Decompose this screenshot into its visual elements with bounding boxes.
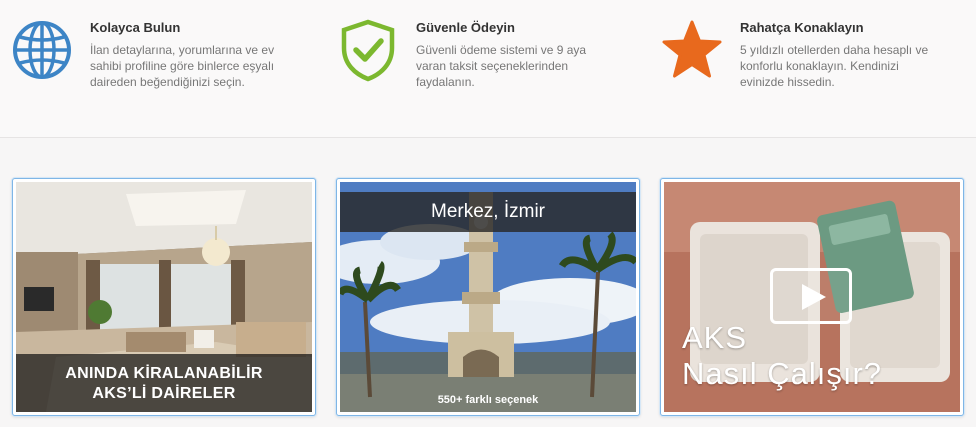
video-title-line1: AKS: [682, 320, 748, 355]
feature-desc: Güvenli ödeme sistemi ve 9 aya varan tak…: [416, 43, 587, 89]
feature-title: Rahatça Konaklayın: [740, 20, 864, 35]
option-count: 550+ farklı seçenek: [437, 394, 539, 406]
feature-title: Güvenle Ödeyin: [416, 20, 515, 35]
how-aks-works-card[interactable]: AKS Nasıl Çalışır?: [660, 178, 964, 416]
card-title-line1: ANINDA KİRALANABİLİR: [65, 365, 263, 382]
card-title-line2: AKS’Lİ DAİRELER: [92, 385, 236, 402]
play-icon: [802, 284, 826, 310]
izmir-city-card[interactable]: Merkez, İzmir 550+ farklı seçenek: [336, 178, 640, 416]
city-title: Merkez, İzmir: [431, 201, 545, 222]
feature-desc: İlan detaylarına, yorumlarına ve ev sahi…: [90, 43, 275, 89]
video-title-line2: Nasıl Çalışır?: [682, 356, 883, 391]
shield-check-icon: [341, 19, 395, 82]
feature-title: Kolayca Bulun: [90, 20, 181, 35]
video-title: AKS Nasıl Çalışır?: [682, 320, 882, 392]
star-icon: [662, 20, 722, 78]
feature-desc: 5 yıldızlı otellerden daha hesaplı ve ko…: [740, 43, 929, 89]
play-button[interactable]: [770, 268, 852, 324]
features-section: Kolayca Bulun İlan detaylarına, yorumlar…: [0, 0, 976, 138]
globe-icon: [13, 21, 71, 79]
aks-apartments-card[interactable]: ANINDA KİRALANABİLİR AKS’Lİ DAİRELER: [12, 178, 316, 416]
